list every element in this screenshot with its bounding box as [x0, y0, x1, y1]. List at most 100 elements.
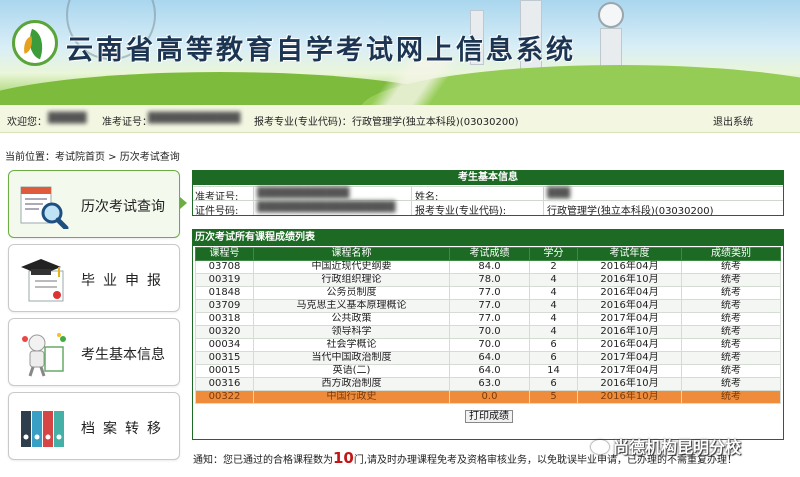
score-cell: 84.0 [449, 260, 530, 274]
exam-date-cell: 2016年04月 [577, 286, 682, 300]
course-name-cell: 马克思主义基本原理概论 [253, 299, 450, 313]
print-scores-button[interactable]: 打印成绩 [465, 410, 513, 423]
course-code-cell: 03708 [195, 260, 254, 274]
table-row: 00320 领导科学 70.0 4 2016年10月 统考 [195, 325, 781, 339]
sidebar-item-student-info[interactable]: 考生基本信息 [8, 318, 180, 386]
sidebar-item-label: 档案转移 [81, 421, 169, 437]
table-row: 03708 中国近现代史纲要 84.0 2 2016年04月 统考 [195, 260, 781, 274]
course-code-cell: 00318 [195, 312, 254, 326]
table-row: 00034 社会学概论 70.0 6 2016年04月 统考 [195, 338, 781, 352]
site-logo [12, 20, 58, 66]
score-type-cell: 统考 [681, 286, 781, 300]
major-label: 报考专业(专业代码): [415, 206, 507, 217]
score-list-title: 历次考试所有课程成绩列表 [193, 230, 783, 246]
score-type-cell: 统考 [681, 364, 781, 378]
column-header: 考试成绩 [449, 247, 530, 261]
column-header: 课程名称 [253, 247, 450, 261]
score-cell: 0.0 [449, 390, 530, 404]
course-code-cell: 01848 [195, 286, 254, 300]
sidebar-item-archive-transfer[interactable]: 档案转移 [8, 392, 180, 460]
user-info-bar: 欢迎您： █████ 准考证号： ████████████ 报考专业(专业代码)… [0, 105, 800, 133]
course-name-cell: 英语(二) [253, 364, 450, 378]
credit-cell: 5 [529, 390, 578, 404]
column-header: 学分 [529, 247, 578, 261]
credit-cell: 2 [529, 260, 578, 274]
exam-no-value: ████████████ [148, 113, 241, 124]
credit-cell: 4 [529, 273, 578, 287]
major-value: 行政管理学(独立本科段)(03030200) [547, 206, 714, 217]
watermark-text: 尚德机构昆明分校 [613, 438, 742, 457]
sidebar-item-label: 历次考试查询 [81, 199, 165, 215]
panel-title: 考生基本信息 [193, 171, 783, 185]
credit-cell: 4 [529, 325, 578, 339]
info-row: 准考证号: ████████████ 姓名: ███ [193, 186, 783, 203]
table-row: 00319 行政组织理论 78.0 4 2016年10月 统考 [195, 273, 781, 287]
major-label: 报考专业(专业代码)： [254, 117, 352, 128]
course-name-cell: 公务员制度 [253, 286, 450, 300]
score-cell: 64.0 [449, 351, 530, 365]
exam-no-value: ████████████ [257, 188, 350, 199]
logout-link[interactable]: 退出系统 [713, 113, 753, 128]
exam-date-cell: 2017年04月 [577, 312, 682, 326]
credit-cell: 4 [529, 312, 578, 326]
sidebar-item-label: 毕业申报 [81, 273, 169, 289]
score-cell: 63.0 [449, 377, 530, 391]
header-banner: 云南省高等教育自学考试网上信息系统 [0, 0, 800, 105]
course-code-cell: 03709 [195, 299, 254, 313]
course-name-cell: 中国行政史 [253, 390, 450, 404]
score-type-cell: 统考 [681, 325, 781, 339]
score-table-body: 03708 中国近现代史纲要 84.0 2 2016年04月 统考 00319 行政组织理论 7… [195, 260, 781, 404]
course-code-cell: 00320 [195, 325, 254, 339]
exam-date-cell: 2016年04月 [577, 338, 682, 352]
id-value: ██████████████████ [257, 202, 396, 213]
column-header: 成绩类别 [681, 247, 781, 261]
score-cell: 70.0 [449, 338, 530, 352]
binders-icon [21, 411, 64, 447]
table-row: 00015 英语(二) 64.0 14 2017年04月 统考 [195, 364, 781, 378]
column-header: 考试年度 [577, 247, 682, 261]
score-cell: 78.0 [449, 273, 530, 287]
course-code-cell: 00322 [195, 390, 254, 404]
banner-clock-icon [598, 2, 624, 28]
exam-date-cell: 2017年04月 [577, 364, 682, 378]
score-table: 课程号 课程名称 考试成绩 学分 考试年度 成绩类别 03708 中国近现代史纲要… [195, 247, 781, 404]
credit-cell: 6 [529, 338, 578, 352]
credit-cell: 4 [529, 299, 578, 313]
major-value: 行政管理学(独立本科段)(03030200) [352, 117, 519, 128]
breadcrumb: 当前位置：考试院首页 > 历次考试查询 [5, 152, 180, 163]
exam-date-cell: 2016年10月 [577, 273, 682, 287]
score-type-cell: 统考 [681, 273, 781, 287]
wechat-icon [591, 440, 609, 454]
course-name-cell: 当代中国政治制度 [253, 351, 450, 365]
info-row: 证件号码: ██████████████████ 报考专业(专业代码): 行政管… [193, 200, 783, 217]
table-row: 00316 西方政治制度 63.0 6 2016年10月 统考 [195, 377, 781, 391]
exam-date-cell: 2016年10月 [577, 325, 682, 339]
score-type-cell: 统考 [681, 299, 781, 313]
score-type-cell: 统考 [681, 312, 781, 326]
score-type-cell: 统考 [681, 351, 781, 365]
course-name-cell: 西方政治制度 [253, 377, 450, 391]
score-cell: 77.0 [449, 312, 530, 326]
site-title: 云南省高等教育自学考试网上信息系统 [66, 35, 576, 66]
id-label: 证件号码: [195, 206, 239, 217]
search-report-icon [20, 186, 69, 229]
welcome-name: █████ [48, 113, 87, 124]
watermark: 尚德机构昆明分校 [591, 434, 791, 460]
credit-cell: 14 [529, 364, 578, 378]
table-row: 03709 马克思主义基本原理概论 77.0 4 2016年04月 统考 [195, 299, 781, 313]
sidebar-item-graduation[interactable]: 毕业申报 [8, 244, 180, 312]
score-list-panel: 历次考试所有课程成绩列表 课程号 课程名称 考试成绩 学分 考试年度 成绩类别 … [192, 229, 784, 440]
exam-date-cell: 2016年10月 [577, 377, 682, 391]
credit-cell: 4 [529, 286, 578, 300]
exam-date-cell: 2016年04月 [577, 299, 682, 313]
score-cell: 77.0 [449, 286, 530, 300]
table-row: 01848 公务员制度 77.0 4 2016年04月 统考 [195, 286, 781, 300]
score-type-cell: 统考 [681, 377, 781, 391]
score-cell: 77.0 [449, 299, 530, 313]
score-cell: 64.0 [449, 364, 530, 378]
course-code-cell: 00315 [195, 351, 254, 365]
column-header: 课程号 [195, 247, 254, 261]
table-row: 00315 当代中国政治制度 64.0 6 2017年04月 统考 [195, 351, 781, 365]
sidebar-item-exam-history[interactable]: 历次考试查询 [8, 170, 180, 238]
exam-date-cell: 2017年04月 [577, 351, 682, 365]
